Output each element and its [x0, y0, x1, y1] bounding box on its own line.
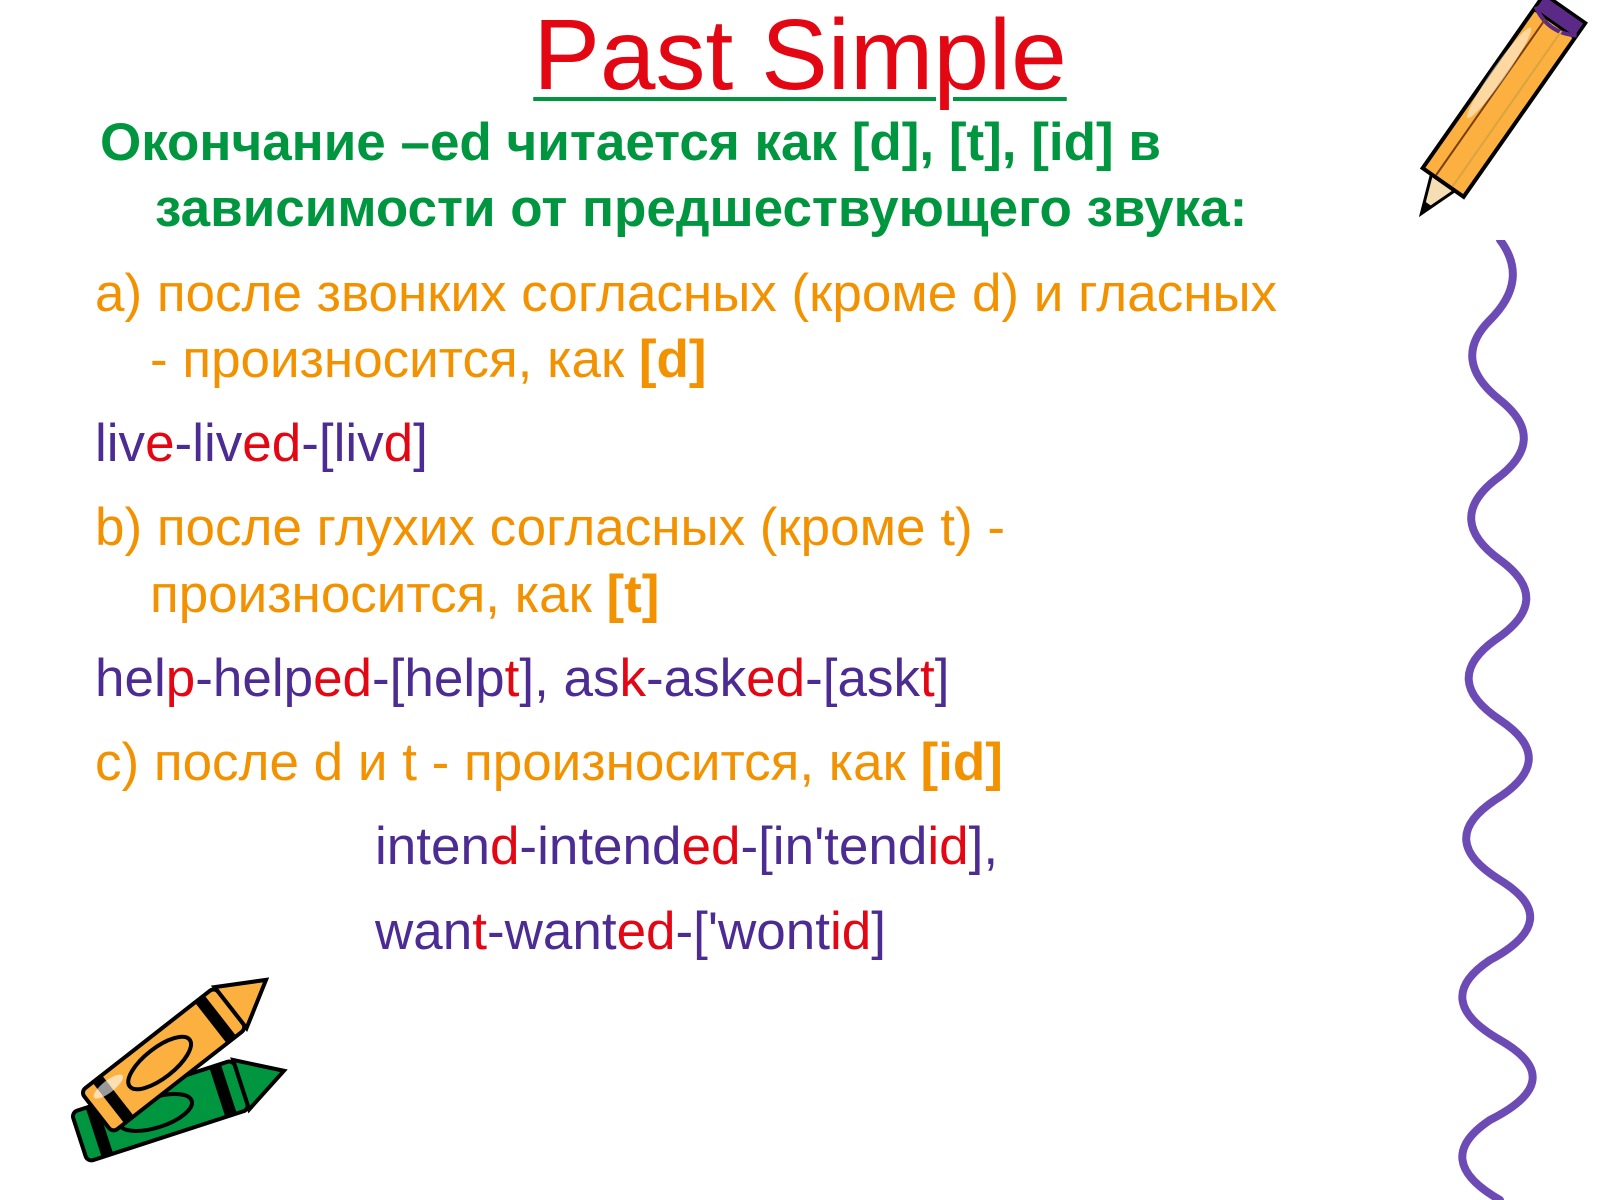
example-c1: intend-intended-[in'tendid], — [95, 814, 1505, 880]
slide-title: Past Simple — [95, 0, 1505, 110]
rule-a: a) после звонких согласных (кроме d) и г… — [95, 261, 1505, 394]
crayons-icon — [60, 930, 320, 1170]
slide-content: Past Simple Окончание –ed читается как [… — [0, 0, 1600, 965]
example-b: help-helped-[helpt], ask-asked-[askt] — [95, 646, 1505, 712]
intro-text: Окончание –ed читается как [d], [t], [id… — [95, 110, 1505, 243]
rule-c: c) после d и t - произносится, как [id] — [95, 730, 1505, 796]
rule-b: b) после глухих согласных (кроме t) - пр… — [95, 495, 1505, 628]
example-a: live-lived-[livd] — [95, 411, 1505, 477]
